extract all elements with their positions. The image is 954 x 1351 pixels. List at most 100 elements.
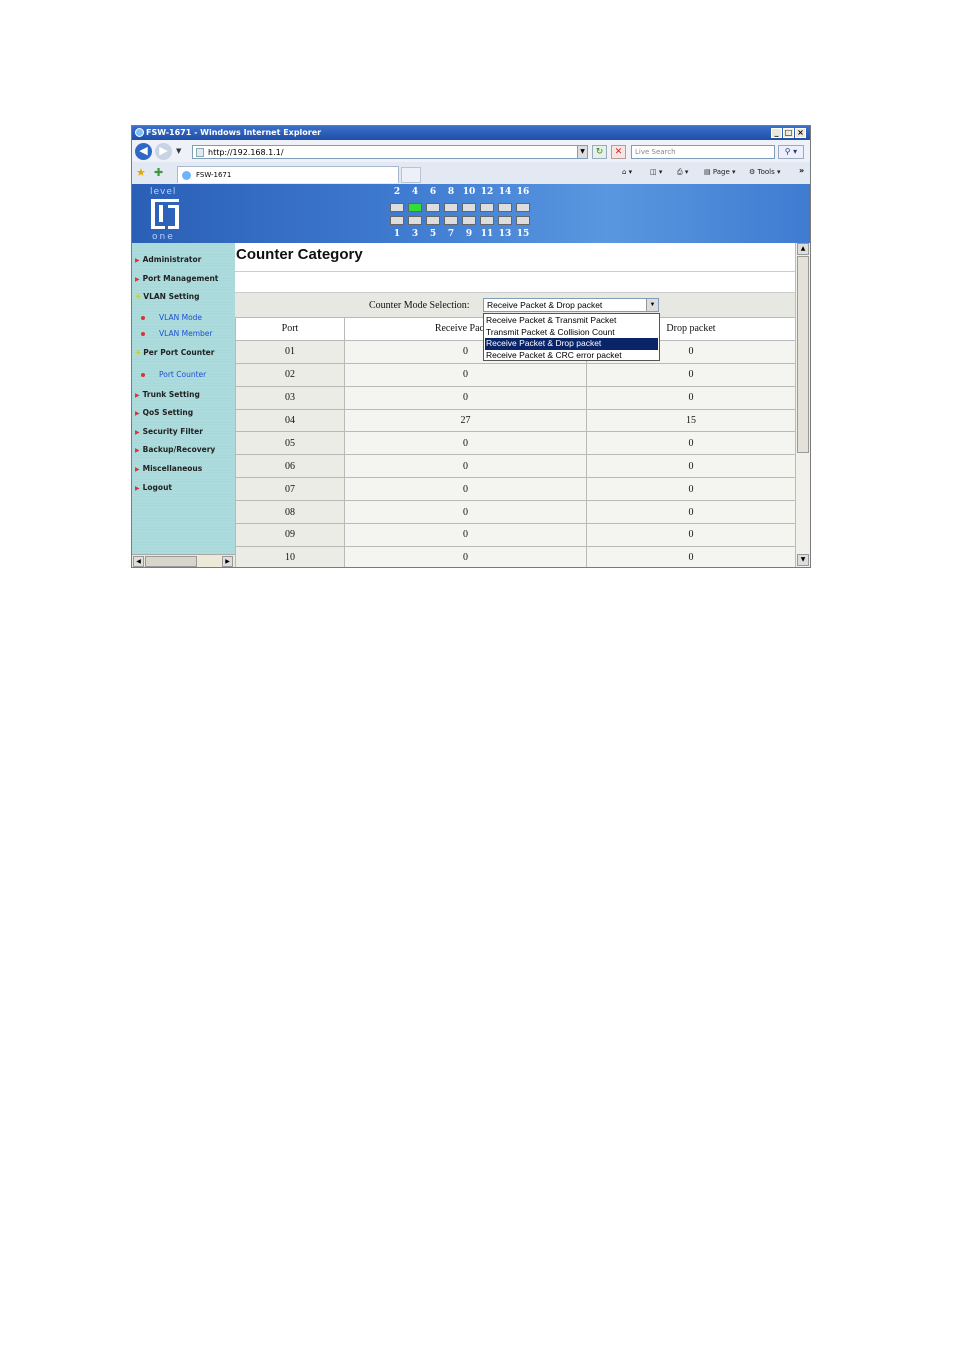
port-cell: 05 xyxy=(235,431,345,456)
port-indicator-11[interactable] xyxy=(480,216,494,225)
port-indicator-2[interactable] xyxy=(390,203,404,212)
bullet-icon xyxy=(141,316,145,320)
sidebar-item-vlan-setting[interactable]: ✳ VLAN Setting xyxy=(135,292,200,301)
port-cell: 02 xyxy=(235,362,345,387)
scroll-up-arrow-icon[interactable]: ▲ xyxy=(797,243,809,255)
sidebar-item-trunk-setting[interactable]: ▶ Trunk Setting xyxy=(135,390,200,399)
scroll-down-arrow-icon[interactable]: ▼ xyxy=(797,554,809,566)
back-button[interactable]: ◀ xyxy=(135,143,152,160)
arrow-right-icon: ▶ xyxy=(135,276,140,283)
port-indicator-1[interactable] xyxy=(390,216,404,225)
logo-text-top: level xyxy=(150,187,177,197)
forward-button[interactable]: ▶ xyxy=(155,143,172,160)
counter-mode-options-list[interactable]: Receive Packet & Transmit Packet Transmit… xyxy=(483,313,660,361)
sidebar-item-label: Backup/Recovery xyxy=(142,445,216,454)
sidebar-item-miscellaneous[interactable]: ▶ Miscellaneous xyxy=(135,464,202,473)
minimize-button[interactable]: _ xyxy=(771,128,782,138)
arrow-right-icon: ▶ xyxy=(135,466,140,473)
port-indicator-15[interactable] xyxy=(516,216,530,225)
counter-mode-option[interactable]: Receive Packet & Transmit Packet xyxy=(485,315,658,327)
sidebar-item-label: VLAN Setting xyxy=(143,292,200,301)
home-icon[interactable]: ⌂ ▾ xyxy=(622,168,632,176)
page-menu[interactable]: ▤ Page ▾ xyxy=(704,168,736,176)
sidebar-item-label: VLAN Mode xyxy=(159,313,203,322)
sidebar-item-backup-recovery[interactable]: ▶ Backup/Recovery xyxy=(135,445,215,454)
port-indicator-7[interactable] xyxy=(444,216,458,225)
sidebar-item-qos-setting[interactable]: ▶ QoS Setting xyxy=(135,408,193,417)
tab-fsw-1671[interactable]: FSW-1671 xyxy=(177,166,399,183)
port-cell: 06 xyxy=(235,454,345,479)
chevron-down-icon[interactable]: ▼ xyxy=(646,299,658,311)
table-row: 06 0 0 xyxy=(235,454,795,479)
port-indicator-3[interactable] xyxy=(408,216,422,225)
port-indicator-9[interactable] xyxy=(462,216,476,225)
sidebar-scroll-thumb[interactable] xyxy=(145,556,197,567)
port-indicator-14[interactable] xyxy=(498,203,512,212)
counter-mode-select[interactable]: Receive Packet & Drop packet ▼ xyxy=(483,298,659,312)
stop-button[interactable]: ✕ xyxy=(611,145,626,159)
arrow-right-icon: ▶ xyxy=(135,392,140,399)
sidebar-item-label: Trunk Setting xyxy=(142,390,200,399)
browser-window: FSW-1671 - Windows Internet Explorer _ □… xyxy=(131,125,811,568)
port-label-top: 4 xyxy=(411,187,419,197)
arrow-right-icon: ▶ xyxy=(135,447,140,454)
port-cell: 09 xyxy=(235,523,345,547)
port-indicator-8[interactable] xyxy=(444,203,458,212)
counter-mode-option[interactable]: Transmit Packet & Collision Count xyxy=(485,327,658,339)
vertical-scrollbar[interactable]: ▲ ▼ xyxy=(795,243,810,567)
address-dropdown-button[interactable]: ▼ xyxy=(577,145,588,159)
tools-menu-label: Tools xyxy=(757,168,775,176)
port-label-bottom: 9 xyxy=(465,229,473,239)
port-indicator-4[interactable] xyxy=(408,203,422,212)
vertical-scroll-thumb[interactable] xyxy=(797,256,809,453)
search-button[interactable]: ⚲ ▾ xyxy=(778,145,804,159)
port-cell: 04 xyxy=(235,408,345,433)
search-input[interactable]: Live Search xyxy=(631,145,775,159)
feeds-icon[interactable]: ◫ ▾ xyxy=(650,168,662,176)
counter-mode-option[interactable]: Receive Packet & Drop packet xyxy=(485,338,658,350)
scroll-left-arrow-icon[interactable]: ◀ xyxy=(133,556,144,567)
port-indicator-6[interactable] xyxy=(426,203,440,212)
drop-packet-cell: 0 xyxy=(586,477,795,502)
sidebar-horizontal-scrollbar[interactable]: ◀ ▶ xyxy=(132,554,235,567)
port-label-top: 10 xyxy=(462,187,476,197)
sidebar-item-vlan-mode[interactable]: VLAN Mode xyxy=(141,313,202,322)
counter-mode-option[interactable]: Receive Packet & CRC error packet xyxy=(485,350,658,362)
refresh-button[interactable]: ↻ xyxy=(592,145,607,159)
sidebar-item-vlan-member[interactable]: VLAN Member xyxy=(141,329,212,338)
port-cell: 01 xyxy=(235,339,345,364)
table-row: 04 27 15 xyxy=(235,408,795,433)
bullet-icon xyxy=(141,332,145,336)
sidebar-item-logout[interactable]: ▶ Logout xyxy=(135,483,172,492)
sidebar-item-label: QoS Setting xyxy=(142,408,194,417)
sidebar-item-administrator[interactable]: ▶ Administrator xyxy=(135,255,201,264)
sidebar-item-per-port-counter[interactable]: ✳ Per Port Counter xyxy=(135,348,214,357)
more-chevron-icon[interactable]: » xyxy=(799,166,804,175)
print-icon[interactable]: ⎙ ▾ xyxy=(677,168,688,177)
page-menu-label: Page xyxy=(712,168,730,176)
sidebar-item-label: VLAN Member xyxy=(159,329,213,338)
sidebar-item-label: Port Counter xyxy=(159,370,207,379)
port-indicator-12[interactable] xyxy=(480,203,494,212)
port-indicator-5[interactable] xyxy=(426,216,440,225)
close-button[interactable]: × xyxy=(795,128,806,138)
tools-menu[interactable]: ⚙ Tools ▾ xyxy=(749,168,781,176)
sidebar-item-port-counter[interactable]: Port Counter xyxy=(141,370,206,379)
maximize-button[interactable]: □ xyxy=(783,128,794,138)
sidebar-item-port-management[interactable]: ▶ Port Management xyxy=(135,274,218,283)
add-favorites-icon[interactable]: ✚ xyxy=(154,166,163,179)
selected-mode-text: Receive Packet & Drop packet xyxy=(487,300,603,310)
address-input[interactable]: http://192.168.1.1/ xyxy=(192,145,587,159)
port-indicator-10[interactable] xyxy=(462,203,476,212)
sidebar-item-security-filter[interactable]: ▶ Security Filter xyxy=(135,427,203,436)
port-indicator-13[interactable] xyxy=(498,216,512,225)
port-label-bottom: 15 xyxy=(516,229,530,239)
favorites-star-icon[interactable]: ★ xyxy=(136,166,146,179)
new-tab-button[interactable] xyxy=(401,167,421,183)
scroll-right-arrow-icon[interactable]: ▶ xyxy=(222,556,233,567)
receive-packet-cell: 0 xyxy=(344,431,587,456)
arrow-right-icon: ▶ xyxy=(135,485,140,492)
drop-packet-cell: 0 xyxy=(586,500,795,525)
recent-pages-dropdown[interactable]: ▼ xyxy=(176,147,181,155)
port-indicator-16[interactable] xyxy=(516,203,530,212)
